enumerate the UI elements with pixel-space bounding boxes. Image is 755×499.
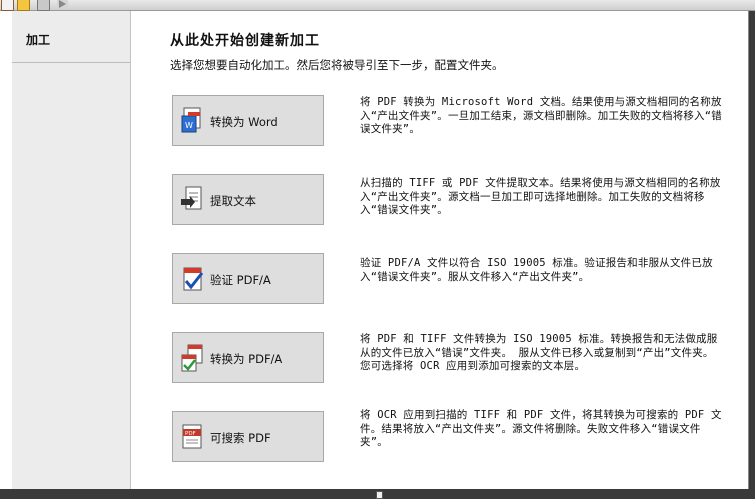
operation-description: 将 PDF 转换为 Microsoft Word 文档。结果使用与源文档相同的名… <box>360 96 722 135</box>
operation-label: 提取文本 <box>210 194 256 208</box>
save-icon[interactable] <box>37 0 50 11</box>
forward-icon[interactable] <box>57 0 68 9</box>
top-toolbar <box>0 0 755 11</box>
operation-label: 转换为 PDF/A <box>210 352 283 366</box>
convert-to-word-icon: W <box>181 107 201 133</box>
mouse-cursor-icon <box>376 491 383 499</box>
page-title: 从此处开始创建新加工 <box>170 33 320 49</box>
operation-description: 将 PDF 和 TIFF 文件转换为 ISO 19005 标准。转换报告和无法做… <box>360 333 718 372</box>
sidebar: 加工 <box>12 11 131 489</box>
operation-description: 将 OCR 应用到扫描的 TIFF 和 PDF 文件，将其转换为可搜索的 PDF… <box>360 409 722 448</box>
document-icon[interactable] <box>1 0 14 11</box>
extract-text-icon <box>181 186 202 210</box>
convert-to-word-button[interactable]: W 转换为 Word <box>172 95 324 146</box>
convert-to-pdfa-button[interactable]: 转换为 PDF/A <box>172 332 324 383</box>
convert-to-pdfa-icon <box>181 344 203 372</box>
svg-text:W: W <box>185 121 193 130</box>
main-panel: 从此处开始创建新加工 选择您想要自动化加工。然后您将被导引至下一步，配置文件夹。… <box>131 11 748 489</box>
folder-icon[interactable] <box>17 0 30 11</box>
dialog-window: 加工 从此处开始创建新加工 选择您想要自动化加工。然后您将被导引至下一步，配置文… <box>0 11 749 489</box>
svg-text:PDF: PDF <box>185 431 196 437</box>
operation-label: 转换为 Word <box>210 115 278 129</box>
operation-label: 验证 PDF/A <box>210 273 271 287</box>
searchable-pdf-icon: PDF <box>182 424 202 449</box>
sidebar-item-process[interactable]: 加工 <box>12 11 130 63</box>
extract-text-button[interactable]: 提取文本 <box>172 174 324 225</box>
page-subtitle: 选择您想要自动化加工。然后您将被导引至下一步，配置文件夹。 <box>170 58 504 72</box>
operation-description: 验证 PDF/A 文件以符合 ISO 19005 标准。验证报告和非服从文件已放… <box>360 257 713 283</box>
searchable-pdf-button[interactable]: PDF 可搜索 PDF <box>172 411 324 462</box>
validate-pdfa-button[interactable]: 验证 PDF/A <box>172 253 324 304</box>
operation-label: 可搜索 PDF <box>210 431 271 445</box>
sidebar-item-label: 加工 <box>26 33 51 47</box>
validate-pdfa-icon <box>183 267 204 291</box>
operation-description: 从扫描的 TIFF 或 PDF 文件提取文本。结果将使用与源文档相同的名称放入“… <box>360 177 721 216</box>
